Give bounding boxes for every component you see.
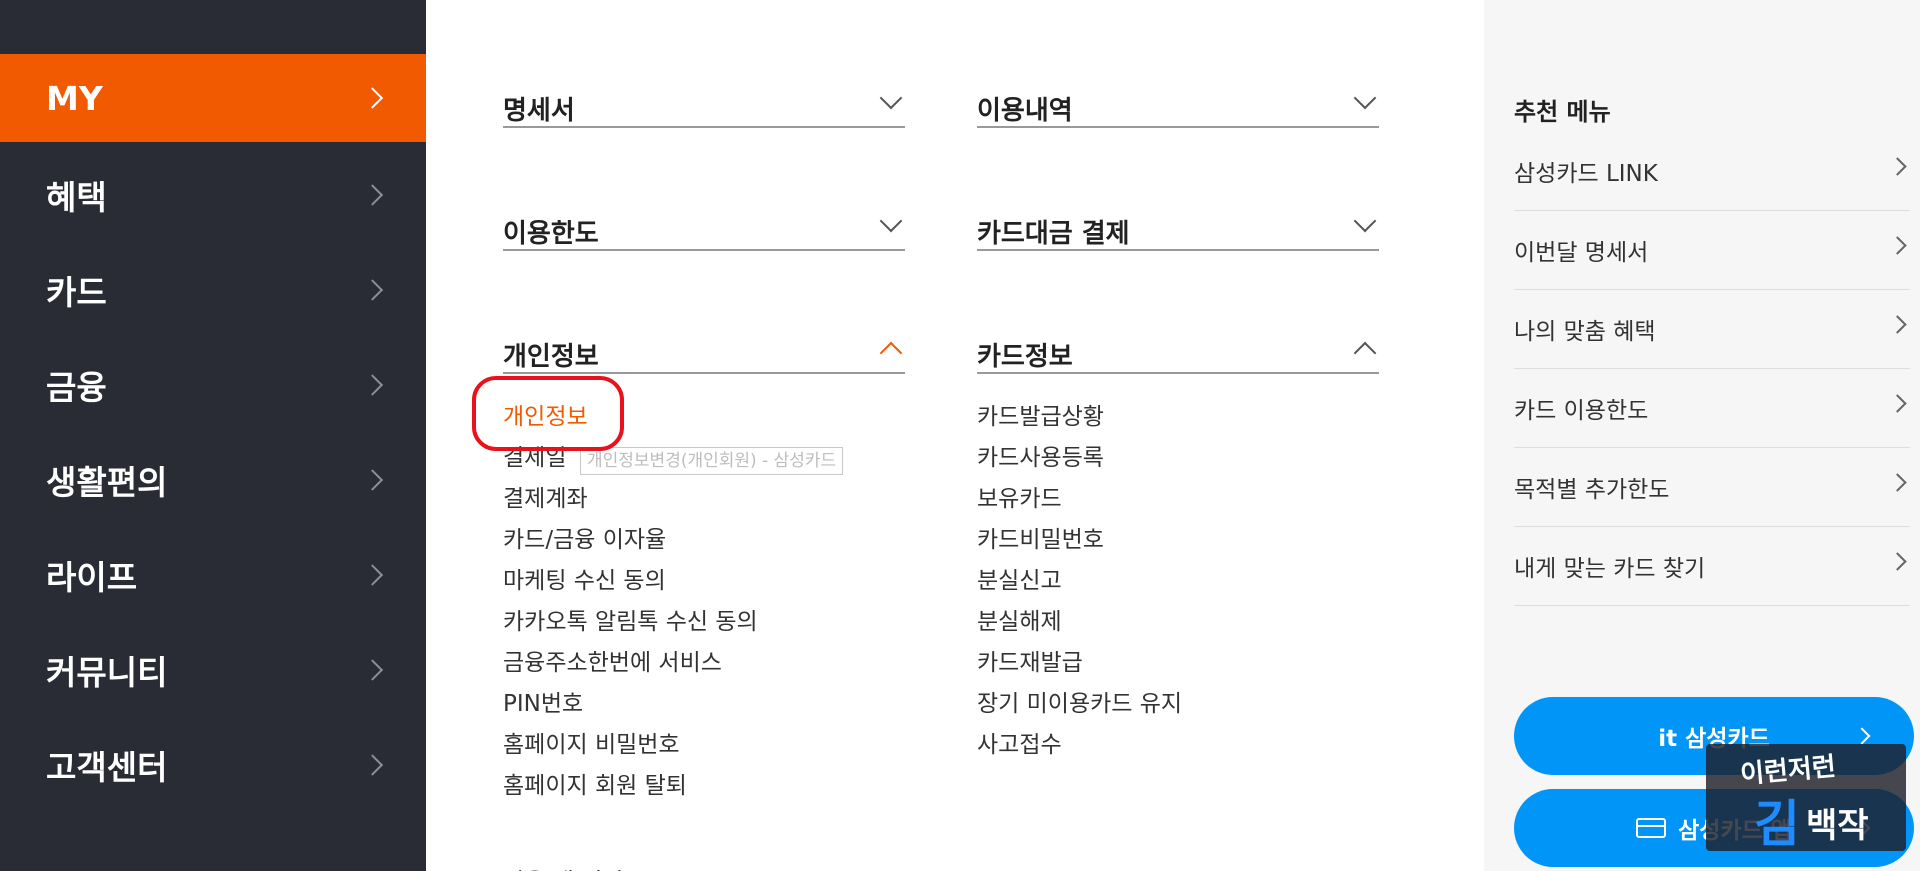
next-section-partial: 이용 내 서비스 [503, 862, 645, 871]
link-tooltip: 개인정보변경(개인회원) - 삼성카드 [580, 447, 844, 475]
card-icon [1636, 818, 1667, 838]
chevron-right-icon [1888, 315, 1907, 334]
chevron-right-icon [361, 279, 384, 301]
section-statement[interactable]: 명세서 [503, 86, 905, 128]
sidebar-item-customer-center[interactable]: 고객센터 [0, 721, 426, 809]
sidebar-item-label: 커뮤니티 [46, 653, 168, 692]
chevron-right-icon [361, 184, 384, 206]
sidebar-item-label: 라이프 [46, 558, 138, 597]
chevron-right-icon [1888, 236, 1907, 255]
recommend-item-label: 나의 맞춤 혜택 [1514, 319, 1656, 345]
list-item-owned-cards[interactable]: 보유카드 [977, 479, 1182, 520]
list-item-personal-info[interactable]: 개인정보 [503, 397, 758, 438]
section-card-info[interactable]: 카드정보 [977, 336, 1379, 374]
sidebar-item-label: MY [46, 78, 103, 118]
list-item-payment-account[interactable]: 결제계좌 [503, 479, 758, 520]
list-item-marketing-consent[interactable]: 마케팅 수신 동의 [503, 561, 758, 602]
button-label: it 삼성카드 [1658, 726, 1770, 752]
chevron-right-icon [361, 659, 384, 681]
list-item-pin[interactable]: PIN번호 [503, 684, 758, 725]
recommend-item-label: 이번달 명세서 [1514, 240, 1649, 266]
recommend-panel: 추천 메뉴 삼성카드 LINK 이번달 명세서 나의 맞춤 혜택 카드 이용한도… [1484, 0, 1920, 871]
chevron-right-icon [361, 374, 384, 396]
recommend-title: 추천 메뉴 [1514, 98, 1611, 126]
list-item-dormant-card[interactable]: 장기 미이용카드 유지 [977, 684, 1182, 725]
section-title: 카드대금 결제 [977, 219, 1130, 249]
sidebar-item-label: 카드 [46, 273, 107, 312]
sidebar-item-convenience[interactable]: 생활편의 [0, 436, 426, 524]
list-item-incident-report[interactable]: 사고접수 [977, 725, 1182, 766]
sidebar-item-label: 혜택 [46, 178, 107, 217]
chevron-right-icon [1888, 552, 1907, 571]
sidebar-item-benefits[interactable]: 혜택 [0, 151, 426, 239]
recommend-item-label: 삼성카드 LINK [1514, 161, 1658, 187]
sidebar-item-label: 고객센터 [46, 748, 168, 787]
list-item-interest-rate[interactable]: 카드/금융 이자율 [503, 520, 758, 561]
section-limit[interactable]: 이용한도 [503, 209, 905, 251]
chevron-down-icon [879, 86, 903, 110]
section-title: 개인정보 [503, 342, 599, 372]
chevron-down-icon [1353, 209, 1377, 233]
recommend-item-this-month-statement[interactable]: 이번달 명세서 [1514, 211, 1910, 290]
recommend-item-label: 내게 맞는 카드 찾기 [1514, 556, 1706, 582]
chevron-up-icon [879, 341, 903, 365]
section-title: 이용내역 [977, 96, 1073, 126]
button-label: 삼성카드 앱 [1678, 818, 1792, 844]
it-samsungcard-button[interactable]: it 삼성카드 [1514, 697, 1914, 775]
list-item-kakao-alimtalk-consent[interactable]: 카카오톡 알림톡 수신 동의 [503, 602, 758, 643]
recommend-item-label: 카드 이용한도 [1514, 398, 1649, 424]
recommend-item-samsungcard-link[interactable]: 삼성카드 LINK [1514, 132, 1910, 211]
chevron-right-icon [1888, 394, 1907, 413]
section-usage[interactable]: 이용내역 [977, 86, 1379, 128]
chevron-right-icon [1853, 819, 1871, 837]
list-item-card-reissue[interactable]: 카드재발급 [977, 643, 1182, 684]
list-item-address-service[interactable]: 금융주소한번에 서비스 [503, 643, 758, 684]
section-title: 카드정보 [977, 342, 1073, 372]
sidebar-item-label: 생활편의 [46, 463, 168, 502]
chevron-right-icon [361, 469, 384, 491]
section-title: 이용한도 [503, 219, 599, 249]
chevron-right-icon [1888, 157, 1907, 176]
samsungcard-app-button[interactable]: 삼성카드 앱 [1514, 789, 1914, 867]
list-item-homepage-password[interactable]: 홈페이지 비밀번호 [503, 725, 758, 766]
sidebar-item-community[interactable]: 커뮤니티 [0, 626, 426, 714]
chevron-right-icon [361, 87, 384, 109]
recommend-item-find-card[interactable]: 내게 맞는 카드 찾기 [1514, 527, 1910, 606]
chevron-right-icon [1888, 473, 1907, 492]
recommend-item-custom-benefits[interactable]: 나의 맞춤 혜택 [1514, 290, 1910, 369]
menu-content: 명세서 이용내역 이용한도 카드대금 결제 개인정보 카드정보 개인정보 결제일… [426, 0, 1484, 871]
list-item-card-issue-status[interactable]: 카드발급상황 [977, 397, 1182, 438]
section-title: 명세서 [503, 96, 575, 126]
main-sidebar: MY 혜택 카드 금융 생활편의 라이프 커뮤니티 고객센터 [0, 0, 426, 871]
chevron-right-icon [361, 754, 384, 776]
list-item-loss-release[interactable]: 분실해제 [977, 602, 1182, 643]
card-info-list: 카드발급상황 카드사용등록 보유카드 카드비밀번호 분실신고 분실해제 카드재발… [977, 397, 1182, 766]
recommend-item-extra-limit[interactable]: 목적별 추가한도 [1514, 448, 1910, 527]
recommend-item-label: 목적별 추가한도 [1514, 477, 1670, 503]
chevron-right-icon [1853, 727, 1871, 745]
chevron-right-icon [361, 564, 384, 586]
list-item-withdraw-membership[interactable]: 홈페이지 회원 탈퇴 [503, 766, 758, 807]
recommend-item-card-limit[interactable]: 카드 이용한도 [1514, 369, 1910, 448]
section-personal-info[interactable]: 개인정보 [503, 336, 905, 374]
list-item-card-registration[interactable]: 카드사용등록 [977, 438, 1182, 479]
sidebar-item-life[interactable]: 라이프 [0, 531, 426, 619]
sidebar-item-finance[interactable]: 금융 [0, 341, 426, 429]
chevron-down-icon [1353, 86, 1377, 110]
chevron-up-icon [1353, 341, 1377, 365]
list-item-card-password[interactable]: 카드비밀번호 [977, 520, 1182, 561]
sidebar-item-card[interactable]: 카드 [0, 246, 426, 334]
chevron-down-icon [879, 209, 903, 233]
list-item-loss-report[interactable]: 분실신고 [977, 561, 1182, 602]
section-card-payment[interactable]: 카드대금 결제 [977, 209, 1379, 251]
sidebar-item-label: 금융 [46, 368, 107, 407]
sidebar-item-my[interactable]: MY [0, 54, 426, 142]
